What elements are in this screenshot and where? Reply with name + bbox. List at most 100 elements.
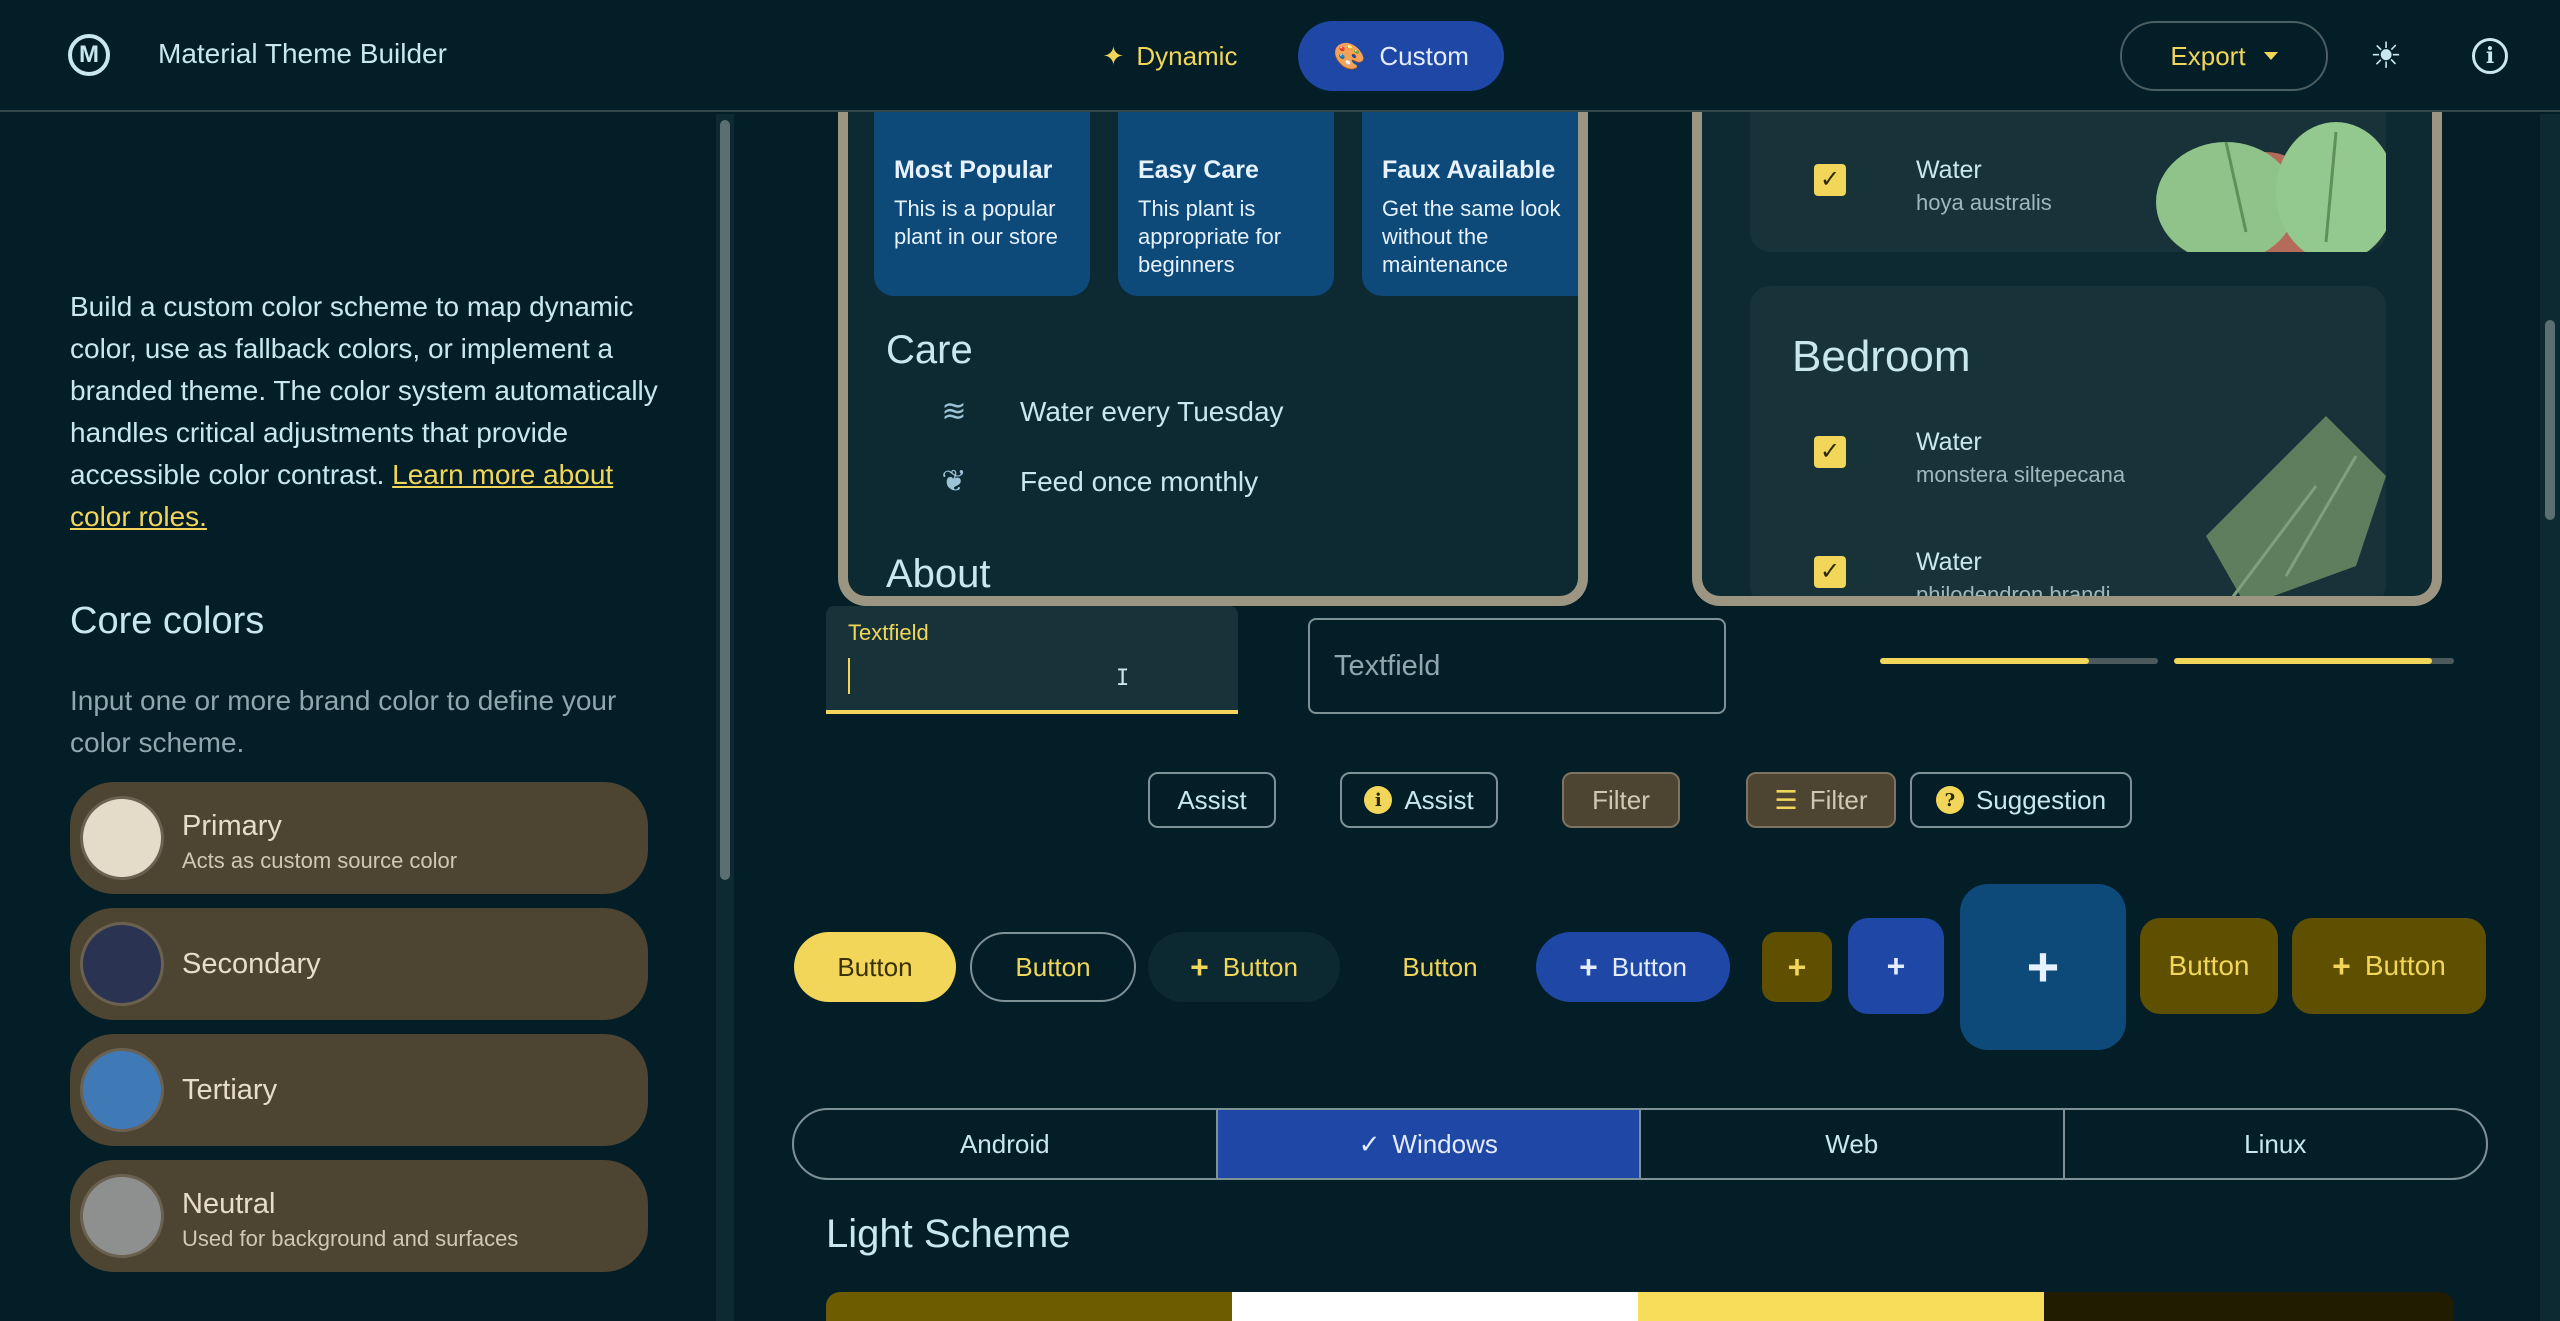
large-fab[interactable]: + <box>1960 884 2126 1050</box>
plant-card-most-popular[interactable]: Most Popular This is a popular plant in … <box>874 112 1090 296</box>
about-title: About <box>886 552 991 596</box>
sidebar-scrollbar-thumb[interactable] <box>720 120 730 880</box>
outlined-button[interactable]: Button <box>970 932 1136 1002</box>
progress-fill <box>1880 658 2089 664</box>
filter-chip-label: Filter <box>1592 784 1650 815</box>
water-task-plant: philodendron brandi <box>1916 582 2111 606</box>
care-item-feed: ❦ Feed once monthly <box>934 464 1258 499</box>
water-task-name: Water <box>1916 428 1982 456</box>
linear-progress-1 <box>1880 658 2158 664</box>
suggestion-chip-label: Suggestion <box>1975 784 2107 815</box>
button-label: Button <box>1015 951 1091 982</box>
check-icon: ✓ <box>1358 1128 1381 1159</box>
tertiary-color-card[interactable]: Tertiary <box>70 1034 648 1146</box>
room-card-top: ✓ Water hoya australis <box>1750 112 2386 252</box>
segment-web[interactable]: Web <box>1641 1110 2065 1178</box>
water-waves-icon: ≋ <box>941 395 967 428</box>
tertiary-swatch[interactable] <box>80 1048 164 1132</box>
filter-chip-selected[interactable]: ☰ Filter <box>1746 772 1896 828</box>
plant-detail-device: Most Popular This is a popular plant in … <box>838 112 1588 606</box>
segment-label: Android <box>959 1128 1050 1159</box>
elevated-button[interactable]: + Button <box>1148 932 1340 1002</box>
text-button[interactable]: Button <box>1360 932 1520 1002</box>
material-logo-icon[interactable]: M <box>68 34 110 76</box>
top-app-bar: M Material Theme Builder ✦ Dynamic 🎨 Cus… <box>0 0 2560 112</box>
primary-swatch[interactable] <box>80 796 164 880</box>
button-label: Button <box>1611 951 1687 982</box>
care-item-label: Water every Tuesday <box>1020 395 1284 427</box>
core-colors-description: Input one or more brand color to define … <box>70 685 617 758</box>
assist-chip-with-icon[interactable]: i Assist <box>1340 772 1498 828</box>
plant-card-desc: This plant is appropriate for beginners <box>1138 196 1282 277</box>
palette-icon: 🎨 <box>1333 40 1366 71</box>
filter-chip[interactable]: Filter <box>1562 772 1680 828</box>
plus-icon: + <box>1787 949 1807 985</box>
custom-mode-button[interactable]: 🎨 Custom <box>1298 21 1504 91</box>
suggestion-chip[interactable]: ? Suggestion <box>1910 772 2132 828</box>
tertiary-name: Tertiary <box>182 1074 278 1106</box>
main-scrollbar-thumb[interactable] <box>2545 320 2555 520</box>
segment-android[interactable]: Android <box>794 1110 1218 1178</box>
filled-textfield[interactable]: Textfield I <box>826 606 1238 714</box>
main-scrollbar[interactable] <box>2540 114 2560 1321</box>
rooms-device: ✓ Water hoya australis Bedroom ✓ Water m… <box>1692 112 2442 606</box>
export-button[interactable]: Export <box>2120 21 2328 91</box>
care-title: Care <box>886 328 973 372</box>
primary-sub: Acts as custom source color <box>182 848 458 873</box>
linear-progress-2 <box>2174 658 2454 664</box>
sidebar-intro: Build a custom color scheme to map dynam… <box>70 286 660 538</box>
progress-fill <box>2174 658 2432 664</box>
water-task-name: Water <box>1916 156 1982 184</box>
assist-chip-label: Assist <box>1177 784 1247 815</box>
platform-segmented-button: Android ✓ Windows Web Linux <box>792 1108 2488 1180</box>
button-label: Button <box>1402 951 1478 982</box>
filled-button[interactable]: Button <box>794 932 956 1002</box>
scheme-swatch-2[interactable] <box>1232 1292 1638 1321</box>
outlined-textfield-placeholder: Textfield <box>1334 650 1441 682</box>
segment-windows[interactable]: ✓ Windows <box>1217 1110 1641 1178</box>
filter-lines-icon: ☰ <box>1774 784 1798 815</box>
plant-card-title: Easy Care <box>1138 156 1259 184</box>
sparkle-icon: ✦ <box>1102 40 1125 71</box>
plus-icon: + <box>2332 948 2351 984</box>
plant-card-desc: Get the same look without the maintenanc… <box>1382 196 1561 277</box>
checkbox-icon[interactable]: ✓ <box>1814 164 1846 196</box>
outlined-textfield[interactable]: Textfield <box>1308 618 1726 714</box>
scheme-swatch-1[interactable] <box>826 1292 1232 1321</box>
extended-fab-with-icon[interactable]: + Button <box>2292 918 2486 1014</box>
button-label: Button <box>1222 951 1298 982</box>
tonal-button[interactable]: + Button <box>1536 932 1730 1002</box>
button-label: Button <box>2364 950 2446 981</box>
plant-card-faux-available[interactable]: Faux Available Get the same look without… <box>1362 112 1578 296</box>
plus-icon: + <box>1190 949 1209 985</box>
plant-card-easy-care[interactable]: Easy Care This plant is appropriate for … <box>1118 112 1334 296</box>
plant-card-title: Most Popular <box>894 156 1053 184</box>
dynamic-mode-label: Dynamic <box>1136 40 1238 71</box>
custom-mode-label: Custom <box>1379 40 1469 71</box>
checkbox-icon[interactable]: ✓ <box>1814 436 1846 468</box>
secondary-swatch[interactable] <box>80 922 164 1006</box>
fab[interactable]: + <box>1848 918 1944 1014</box>
secondary-name: Secondary <box>182 948 321 980</box>
assist-chip[interactable]: Assist <box>1148 772 1276 828</box>
neutral-swatch[interactable] <box>80 1174 164 1258</box>
primary-color-card[interactable]: Primary Acts as custom source color <box>70 782 648 894</box>
scheme-swatch-3[interactable] <box>1638 1292 2044 1321</box>
plant-card-title: Faux Available <box>1382 156 1556 184</box>
assist-chip-label: Assist <box>1404 784 1474 815</box>
secondary-color-card[interactable]: Secondary <box>70 908 648 1020</box>
small-fab[interactable]: + <box>1762 932 1832 1002</box>
checkbox-icon[interactable]: ✓ <box>1814 556 1846 588</box>
info-icon[interactable]: i <box>2472 38 2508 74</box>
segment-linux[interactable]: Linux <box>2065 1110 2487 1178</box>
scheme-swatch-4[interactable] <box>2044 1292 2454 1321</box>
extended-fab[interactable]: Button <box>2140 918 2278 1014</box>
theme-toggle-sun-icon[interactable]: ☀ <box>2368 38 2404 74</box>
plus-icon: + <box>1886 948 1906 984</box>
light-scheme-title: Light Scheme <box>826 1212 1071 1256</box>
plus-icon: + <box>2026 935 2060 998</box>
info-icon: i <box>1364 786 1393 814</box>
neutral-color-card[interactable]: Neutral Used for background and surfaces <box>70 1160 648 1272</box>
water-task-name: Water <box>1916 548 1982 576</box>
dynamic-mode-button[interactable]: ✦ Dynamic <box>1070 22 1270 90</box>
